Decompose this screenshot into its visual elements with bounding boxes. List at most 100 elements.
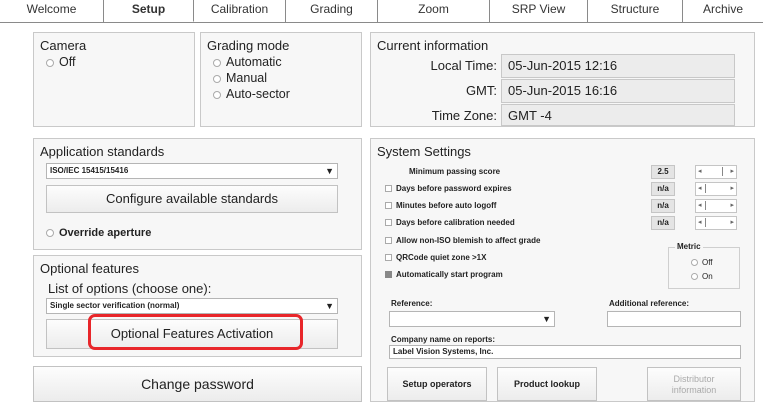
additional-reference-label: Additional reference: — [609, 299, 690, 308]
grading-automatic-radio[interactable]: Automatic — [213, 55, 282, 69]
options-select-value: Single sector verification (normal) — [50, 301, 180, 310]
min-score-slider[interactable]: ◂ ▸ — [695, 165, 737, 179]
distributor-line2: information — [671, 385, 717, 395]
grading-manual-radio[interactable]: Manual — [213, 71, 267, 85]
arrow-left-icon: ◂ — [698, 185, 702, 192]
radio-icon — [691, 273, 698, 281]
system-settings-title: System Settings — [377, 144, 471, 159]
distributor-line1: Distributor — [673, 374, 715, 384]
arrow-left-icon: ◂ — [698, 202, 702, 209]
camera-off-label: Off — [59, 55, 76, 69]
override-aperture-checkbox[interactable]: Override aperture — [46, 227, 151, 239]
current-info-panel: Current information Local Time: 05-Jun-2… — [370, 32, 755, 127]
metric-off-label: Off — [702, 258, 713, 267]
arrow-right-icon: ▸ — [730, 202, 734, 209]
checkbox-icon — [385, 237, 392, 245]
dropdown-arrow-icon: ▼ — [325, 301, 334, 311]
auto-logoff-label: Minutes before auto logoff — [396, 201, 497, 210]
checkbox-icon — [385, 254, 392, 262]
pw-expire-option[interactable]: Days before password expires — [385, 184, 512, 193]
configure-standards-button[interactable]: Configure available standards — [46, 185, 338, 213]
checkbox-icon — [385, 185, 392, 193]
checkbox-icon — [385, 271, 392, 279]
grading-auto-sector-label: Auto-sector — [226, 87, 290, 101]
arrow-right-icon: ▸ — [730, 185, 734, 192]
blemish-checkbox[interactable]: Allow non-ISO blemish to affect grade — [385, 236, 540, 245]
slider-thumb[interactable] — [705, 201, 706, 210]
pw-expire-slider[interactable]: ◂ ▸ — [695, 182, 737, 196]
tab-archive[interactable]: Archive — [683, 0, 763, 22]
radio-icon — [213, 90, 221, 99]
grading-auto-sector-radio[interactable]: Auto-sector — [213, 87, 290, 101]
slider-thumb[interactable] — [722, 167, 723, 176]
radio-icon — [213, 58, 221, 67]
camera-panel: Camera Off — [33, 32, 195, 127]
local-time-field: 05-Jun-2015 12:16 — [501, 54, 735, 78]
tab-srp-view[interactable]: SRP View — [490, 0, 588, 22]
optional-features-title: Optional features — [40, 261, 140, 276]
blemish-label: Allow non-ISO blemish to affect grade — [396, 236, 541, 245]
dropdown-arrow-icon: ▼ — [325, 166, 334, 176]
metric-on-radio[interactable]: On — [691, 272, 713, 281]
override-aperture-label: Override aperture — [59, 227, 152, 239]
calibration-value: n/a — [651, 216, 675, 230]
pw-expire-label: Days before password expires — [396, 184, 512, 193]
min-score-value: 2.5 — [651, 165, 675, 179]
app-standards-panel: Application standards ISO/IEC 15415/1541… — [33, 138, 362, 250]
auto-logoff-option[interactable]: Minutes before auto logoff — [385, 201, 496, 210]
reference-label: Reference: — [391, 299, 433, 308]
auto-logoff-slider[interactable]: ◂ ▸ — [695, 199, 737, 213]
options-list-label: List of options (choose one): — [48, 281, 212, 296]
autostart-checkbox[interactable]: Automatically start program — [385, 270, 503, 279]
slider-thumb[interactable] — [705, 218, 706, 227]
company-name-input[interactable]: Label Vision Systems, Inc. — [389, 345, 741, 359]
calibration-option[interactable]: Days before calibration needed — [385, 218, 515, 227]
change-password-button[interactable]: Change password — [33, 366, 362, 402]
tab-calibration[interactable]: Calibration — [194, 0, 286, 22]
qrcode-label: QRCode quiet zone >1X — [396, 253, 487, 262]
radio-icon — [46, 58, 54, 67]
arrow-left-icon: ◂ — [698, 219, 702, 226]
grading-automatic-label: Automatic — [226, 55, 282, 69]
app-standards-title: Application standards — [40, 144, 165, 159]
arrow-right-icon: ▸ — [730, 168, 734, 175]
timezone-field: GMT -4 — [501, 104, 735, 126]
additional-reference-input[interactable] — [607, 311, 741, 327]
metric-title: Metric — [675, 242, 703, 251]
pw-expire-value: n/a — [651, 182, 675, 196]
grading-mode-title: Grading mode — [207, 38, 290, 53]
metric-group: Metric Off On — [668, 242, 740, 289]
metric-on-label: On — [702, 272, 713, 281]
camera-off-radio[interactable]: Off — [46, 55, 75, 69]
qrcode-checkbox[interactable]: QRCode quiet zone >1X — [385, 253, 486, 262]
standards-select-value: ISO/IEC 15415/15416 — [50, 166, 129, 175]
options-select[interactable]: Single sector verification (normal) ▼ — [46, 298, 338, 314]
reference-select[interactable]: ▼ — [389, 311, 555, 327]
current-info-title: Current information — [377, 38, 489, 53]
tab-setup[interactable]: Setup — [104, 0, 194, 22]
product-lookup-button[interactable]: Product lookup — [497, 367, 597, 401]
tab-welcome[interactable]: Welcome — [0, 0, 104, 22]
highlight-box — [88, 314, 303, 350]
tab-zoom[interactable]: Zoom — [378, 0, 490, 22]
standards-select[interactable]: ISO/IEC 15415/15416 ▼ — [46, 163, 338, 179]
radio-icon — [46, 229, 54, 238]
slider-thumb[interactable] — [705, 184, 706, 193]
tab-strip: Welcome Setup Calibration Grading Zoom S… — [0, 0, 763, 23]
auto-logoff-value: n/a — [651, 199, 675, 213]
radio-icon — [691, 259, 698, 267]
distributor-info-button[interactable]: Distributor information — [647, 367, 741, 401]
local-time-label: Local Time: — [430, 58, 497, 73]
radio-icon — [213, 74, 221, 83]
tab-grading[interactable]: Grading — [286, 0, 378, 22]
gmt-label: GMT: — [465, 83, 497, 98]
tab-structure[interactable]: Structure — [588, 0, 683, 22]
arrow-right-icon: ▸ — [730, 219, 734, 226]
metric-off-radio[interactable]: Off — [691, 258, 713, 267]
setup-operators-button[interactable]: Setup operators — [387, 367, 487, 401]
grading-mode-panel: Grading mode Automatic Manual Auto-secto… — [200, 32, 362, 127]
system-settings-panel: System Settings Minimum passing score 2.… — [370, 138, 755, 402]
gmt-field: 05-Jun-2015 16:16 — [501, 79, 735, 103]
calibration-slider[interactable]: ◂ ▸ — [695, 216, 737, 230]
autostart-label: Automatically start program — [396, 270, 503, 279]
